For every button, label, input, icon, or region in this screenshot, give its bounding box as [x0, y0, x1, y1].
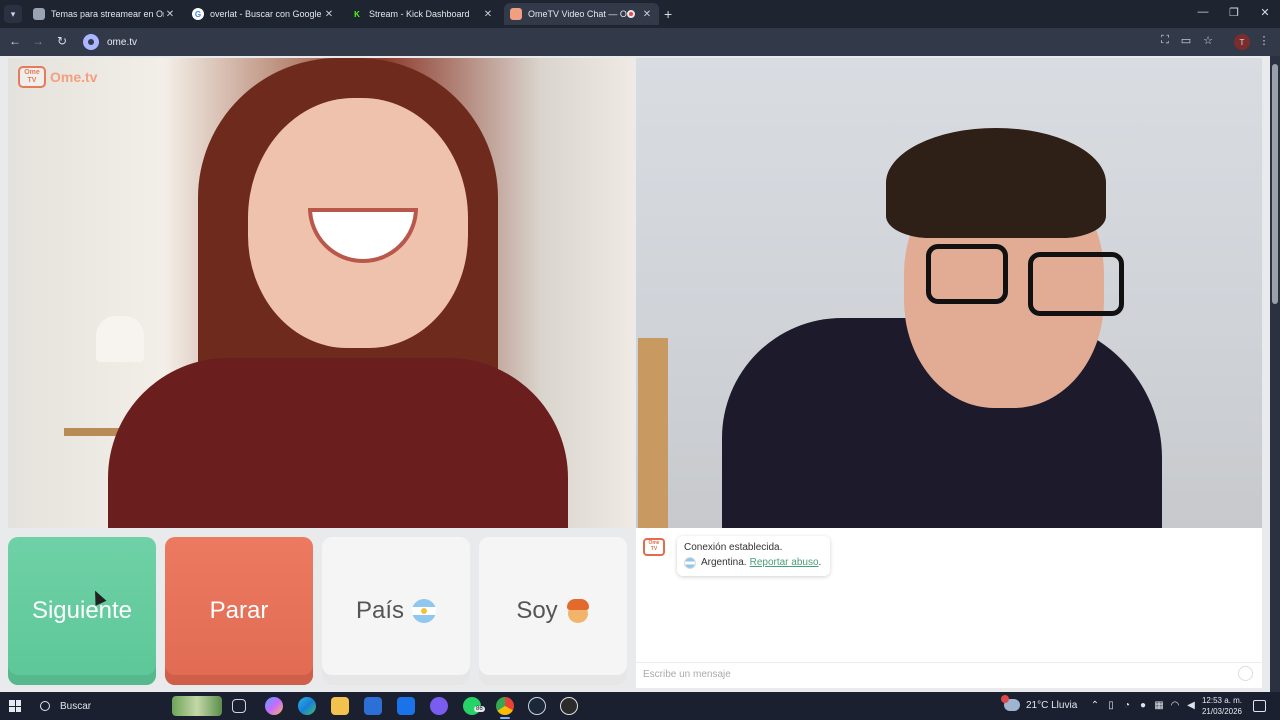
self-video: [636, 58, 1262, 528]
reload-icon[interactable]: ↻: [54, 34, 70, 48]
gender-button[interactable]: Soy: [479, 537, 627, 685]
tab-kick[interactable]: K Stream - Kick Dashboard ✕: [345, 3, 500, 25]
glasses-shape: [1028, 252, 1124, 316]
bookmark-star-icon[interactable]: ☆: [1200, 34, 1216, 47]
tab-temas[interactable]: Temas para streamear en Omeg ✕: [27, 3, 182, 25]
argentina-flag-icon: [684, 556, 696, 569]
browser-toolbar: ← → ↻ ome.tv ⛶ ▭ ☆ ⋮: [0, 28, 1280, 56]
message-input[interactable]: Escribe un mensaje: [636, 662, 1262, 686]
gender-label: Soy: [516, 597, 558, 624]
cast-icon[interactable]: ▭: [1178, 34, 1194, 47]
report-suffix: .: [818, 557, 822, 568]
stop-label: Parar: [209, 597, 269, 624]
google-icon: G: [192, 8, 204, 20]
profile-avatar[interactable]: T: [1234, 34, 1250, 50]
translate-icon[interactable]: ⛶: [1157, 34, 1173, 47]
browser-tabbar: ▾ Temas para streamear en Omeg ✕ G overl…: [0, 0, 1280, 28]
minimize-icon[interactable]: —: [1188, 6, 1218, 18]
address-bar[interactable]: ome.tv: [80, 31, 1230, 53]
tab-title: Temas para streamear en Omeg: [51, 9, 164, 19]
steam-icon[interactable]: [528, 697, 546, 715]
ometv-logo[interactable]: Ome TV Ome.tv: [18, 66, 97, 88]
system-clock[interactable]: 12:53 a. m. 21/03/2026: [1200, 695, 1244, 717]
tv-icon: Ome TV: [18, 66, 46, 88]
forward-icon[interactable]: →: [30, 34, 46, 48]
close-icon[interactable]: ✕: [323, 9, 335, 20]
stop-button[interactable]: Parar: [165, 537, 313, 685]
recording-icon: [627, 10, 635, 18]
edge-icon[interactable]: [298, 697, 316, 715]
boy-emoji-icon: [566, 599, 590, 623]
glasses-shape: [926, 244, 1008, 304]
tab-ometv[interactable]: OmeTV Video Chat — Ome ✕: [504, 3, 659, 25]
windows-start-icon[interactable]: [9, 700, 21, 712]
emoji-icon[interactable]: [1238, 666, 1253, 681]
whatsapp-badge: 86: [474, 706, 485, 712]
tab-title: overlat - Buscar con Google: [210, 9, 322, 19]
search-label: Buscar: [60, 700, 92, 712]
clock-time: 12:53 a. m.: [1201, 696, 1243, 705]
weather-text: 21°C Lluvia: [1026, 699, 1078, 711]
menu-icon[interactable]: ⋮: [1256, 34, 1272, 47]
store-icon[interactable]: [364, 697, 382, 715]
task-view-icon[interactable]: [232, 699, 246, 713]
restore-icon[interactable]: ❐: [1219, 6, 1249, 19]
close-icon[interactable]: ✕: [164, 9, 176, 20]
volume-icon[interactable]: ◀: [1184, 700, 1198, 711]
page-scrollbar[interactable]: [1270, 56, 1280, 692]
globe-icon: [33, 8, 45, 20]
ometv-icon: [510, 8, 522, 20]
tab-google[interactable]: G overlat - Buscar con Google ✕: [186, 3, 341, 25]
system-message: Conexión establecida. Argentina. Reporta…: [677, 536, 830, 576]
chevron-up-icon[interactable]: ⌃: [1088, 700, 1102, 711]
tab-search-button[interactable]: ▾: [4, 5, 22, 23]
device-icon[interactable]: ▯: [1104, 700, 1118, 711]
new-tab-button[interactable]: +: [664, 6, 672, 22]
back-icon[interactable]: ←: [7, 34, 23, 48]
obs-icon[interactable]: [560, 697, 578, 715]
kick-icon: K: [351, 8, 363, 20]
partner-video: [8, 58, 634, 528]
next-label: Siguiente: [31, 597, 133, 624]
close-icon[interactable]: ✕: [482, 9, 494, 20]
url-text[interactable]: ome.tv: [107, 37, 137, 48]
shirt-shape: [108, 358, 568, 528]
ometv-chat-icon: Ome TV: [643, 538, 665, 556]
next-button[interactable]: Siguiente: [8, 537, 156, 685]
tab-title: Stream - Kick Dashboard: [369, 9, 470, 19]
wifi-icon[interactable]: ◠: [1168, 700, 1182, 711]
discord-icon[interactable]: [430, 697, 448, 715]
country-button[interactable]: País: [322, 537, 470, 685]
search-icon: [40, 701, 50, 711]
scrollbar-thumb[interactable]: [1272, 64, 1278, 304]
notification-icon[interactable]: [1253, 700, 1266, 712]
file-explorer-icon[interactable]: [331, 697, 349, 715]
security-icon[interactable]: ◔: [1120, 700, 1134, 711]
close-window-icon[interactable]: ✕: [1250, 6, 1280, 19]
network-icon[interactable]: ▦: [1152, 700, 1166, 711]
clock-date: 21/03/2026: [1201, 707, 1243, 716]
outlook-icon[interactable]: [397, 697, 415, 715]
hair-shape: [886, 128, 1106, 238]
partner-country: Argentina.: [701, 557, 747, 568]
report-abuse-link[interactable]: Reportar abuso: [750, 555, 819, 570]
country-label: País: [355, 597, 405, 624]
lamp-decoration: [96, 316, 144, 362]
tab-title: OmeTV Video Chat — Ome: [528, 9, 627, 19]
site-info-icon[interactable]: [83, 34, 99, 50]
close-icon[interactable]: ✕: [641, 9, 653, 20]
weather-widget[interactable]: 21°C Lluvia: [1001, 695, 1078, 711]
chrome-icon[interactable]: [496, 697, 514, 719]
connection-status: Conexión establecida.: [684, 542, 783, 553]
microphone-icon[interactable]: ●: [1136, 700, 1150, 711]
logo-text: Ome.tv: [50, 69, 98, 85]
search-highlight-image[interactable]: [172, 696, 222, 716]
rain-cloud-icon: [1001, 695, 1020, 711]
guitar-decoration: [638, 338, 668, 528]
copilot-icon[interactable]: [265, 697, 283, 715]
argentina-flag-icon: [412, 599, 437, 623]
